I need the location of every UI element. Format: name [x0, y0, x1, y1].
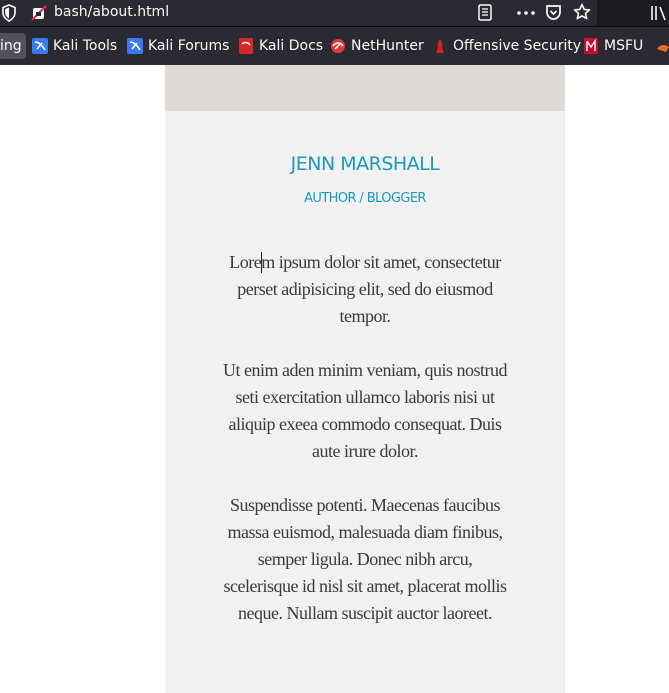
bookmark-msfu[interactable]: MSFU	[583, 35, 643, 57]
bio-paragraph: Lorem ipsum dolor sit amet, consectetur …	[229, 252, 501, 326]
bookmark-kali-forums[interactable]: Kali Forums	[127, 35, 229, 57]
bookmark-label: MSFU	[604, 38, 644, 54]
page-viewport: JENN MARSHALL AUTHOR / BLOGGER Lorem ips…	[0, 65, 669, 693]
profile-header-band	[165, 65, 565, 111]
bookmarks-toolbar: ing Kali Tools Kali Forums Kali Docs Net…	[0, 26, 669, 65]
url-bar[interactable]: bash/about.html	[0, 0, 597, 26]
insecure-connection-icon[interactable]	[30, 4, 48, 22]
kali-dragon-icon	[32, 38, 48, 54]
url-text[interactable]: bash/about.html	[54, 3, 169, 21]
reader-view-icon[interactable]	[478, 4, 492, 21]
kali-docs-icon	[239, 38, 253, 54]
bookmark-label: Offensive Security	[453, 38, 582, 54]
bookmark-item-partial[interactable]: ing	[0, 33, 26, 59]
profile-card: JENN MARSHALL AUTHOR / BLOGGER Lorem ips…	[165, 111, 565, 693]
page-actions-more-icon[interactable]	[516, 4, 536, 21]
msfu-icon	[584, 38, 598, 54]
bio-paragraph: Ut enim aden minim veniam, quis nostrud …	[223, 360, 507, 461]
bookmark-kali-docs[interactable]: Kali Docs	[238, 35, 323, 57]
kali-dragon-icon	[127, 38, 143, 54]
pocket-icon[interactable]	[545, 4, 562, 21]
offsec-icon	[436, 39, 444, 53]
profile-role: AUTHOR / BLOGGER	[304, 191, 426, 206]
bookmark-label: Kali Tools	[53, 38, 118, 54]
bookmark-nethunter[interactable]: NetHunter	[330, 35, 424, 57]
bookmark-offensive-security[interactable]: Offensive Security	[432, 35, 581, 57]
profile-name: JENN MARSHALL	[290, 153, 440, 175]
browser-toolbar: bash/about.html	[0, 0, 669, 26]
bio-paragraph: Suspendisse potenti. Maecenas faucibus m…	[223, 495, 507, 623]
nethunter-icon	[331, 39, 345, 53]
bookmark-label: Kali Forums	[148, 38, 230, 54]
bookmark-overflow-icon[interactable]	[656, 43, 669, 53]
bookmark-label: NetHunter	[351, 38, 424, 54]
bookmark-label: ing	[0, 38, 22, 54]
bookmark-kali-tools[interactable]: Kali Tools	[32, 35, 117, 57]
tracking-protection-shield-icon[interactable]	[2, 4, 16, 22]
bookmark-star-icon[interactable]	[573, 3, 591, 21]
library-icon[interactable]	[650, 4, 669, 21]
bookmark-label: Kali Docs	[259, 38, 324, 54]
